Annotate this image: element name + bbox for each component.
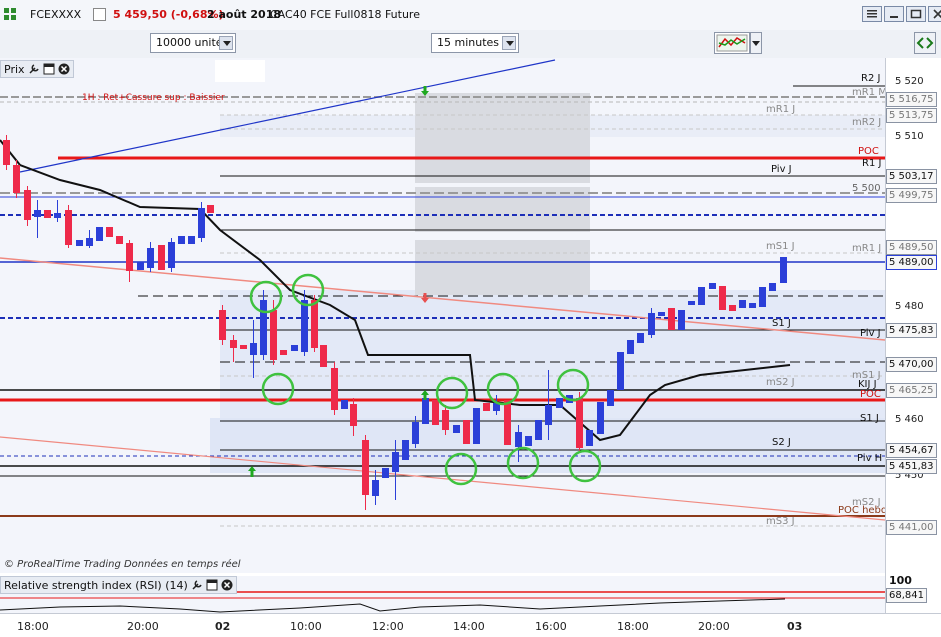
scroll-button[interactable] bbox=[914, 32, 936, 54]
symbol-name[interactable]: FCEXXXX bbox=[30, 8, 81, 21]
price-pane-header: Prix bbox=[0, 60, 74, 78]
time-tick-day: 02 bbox=[215, 620, 231, 633]
chevron-down-icon[interactable] bbox=[502, 36, 516, 50]
time-tick: 14:00 bbox=[453, 620, 485, 633]
level-label-mr1m: mR1 M bbox=[852, 87, 887, 98]
rsi-pane-title: Relative strength index (RSI) (14) bbox=[4, 578, 188, 592]
price-tag: 5 451,83 bbox=[886, 459, 937, 474]
price-tick: 5 480 bbox=[895, 301, 924, 312]
maximize-icon[interactable] bbox=[906, 6, 926, 22]
close-icon[interactable] bbox=[58, 63, 70, 75]
price-tag: 5 441,00 bbox=[886, 520, 937, 535]
window-title-bar: FCEXXXX 5 459,50 (-0,68%) 2 août 2018 CA… bbox=[0, 0, 941, 31]
wrench-icon[interactable] bbox=[191, 579, 203, 591]
price-tag: 5 513,75 bbox=[886, 108, 937, 123]
rsi-pane-header: Relative strength index (RSI) (14) bbox=[0, 576, 237, 594]
rsi-value: 68,841 bbox=[886, 588, 927, 603]
level-label-5500: 5 500 bbox=[852, 183, 881, 194]
price-pane-title: Prix bbox=[4, 62, 25, 76]
timeframe-select[interactable]: 15 minutes bbox=[431, 33, 519, 53]
timeframe-value: 15 minutes bbox=[437, 36, 500, 49]
time-tick: 10:00 bbox=[290, 620, 322, 633]
time-tick: 18:00 bbox=[617, 620, 649, 633]
level-label-s1j-2: S1 J bbox=[860, 413, 879, 424]
price-tag: 5 465,25 bbox=[886, 383, 937, 398]
price-chart[interactable] bbox=[0, 58, 885, 573]
level-label-ms3j: mS3 J bbox=[766, 516, 795, 527]
rsi-level-label: 100 bbox=[889, 574, 912, 587]
wrench-icon[interactable] bbox=[28, 63, 40, 75]
price-tag: 5 489,50 bbox=[886, 240, 937, 255]
price-tag-current: 5 489,00 bbox=[886, 255, 937, 270]
window-icon[interactable] bbox=[206, 579, 218, 591]
chevron-down-icon bbox=[752, 41, 760, 46]
symbol-checkbox[interactable] bbox=[93, 8, 106, 21]
level-label-s1j: S1 J bbox=[772, 318, 791, 329]
units-value: 10000 unités bbox=[156, 36, 229, 49]
chevron-down-icon[interactable] bbox=[219, 36, 233, 50]
level-label-mr1j: mR1 J bbox=[766, 104, 796, 115]
price-tick: 5 510 bbox=[895, 131, 924, 142]
level-label-pivj-2: Piv J bbox=[860, 328, 881, 339]
level-label-pivj: Piv J bbox=[771, 164, 792, 175]
level-label-ms1j: mS1 J bbox=[766, 241, 795, 252]
units-select[interactable]: 10000 unités bbox=[150, 33, 236, 53]
close-icon[interactable] bbox=[928, 6, 941, 22]
time-tick: 16:00 bbox=[535, 620, 567, 633]
level-label-s2j: S2 J bbox=[772, 437, 791, 448]
time-tick-day: 03 bbox=[787, 620, 803, 633]
price-tick: 5 520 bbox=[895, 76, 924, 87]
price-tag: 5 454,67 bbox=[886, 443, 937, 458]
indicators-icon bbox=[716, 34, 748, 52]
scroll-arrows-icon bbox=[916, 37, 934, 49]
time-tick: 12:00 bbox=[372, 620, 404, 633]
minimize-icon[interactable] bbox=[884, 6, 904, 22]
indicator-button[interactable] bbox=[714, 32, 750, 54]
window-icon[interactable] bbox=[43, 63, 55, 75]
time-tick: 18:00 bbox=[17, 620, 49, 633]
price-tag: 5 475,83 bbox=[886, 323, 937, 338]
price-tag: 5 516,75 bbox=[886, 92, 937, 107]
price-tag: 5 470,00 bbox=[886, 357, 937, 372]
level-label-poc-2: POC bbox=[860, 389, 881, 400]
level-label-ms2j: mS2 J bbox=[766, 377, 795, 388]
time-tick: 20:00 bbox=[698, 620, 730, 633]
indicator-dropdown[interactable] bbox=[750, 32, 762, 54]
data-credit: © ProRealTime Trading Données en temps r… bbox=[4, 559, 241, 570]
close-icon[interactable] bbox=[221, 579, 233, 591]
list-icon[interactable] bbox=[862, 6, 882, 22]
level-label-pivh: Piv H bbox=[857, 453, 883, 464]
level-label-r1j: R1 J bbox=[862, 158, 882, 169]
price-tag: 5 499,75 bbox=[886, 188, 937, 203]
time-tick: 20:00 bbox=[127, 620, 159, 633]
level-label-poc: POC bbox=[858, 146, 879, 157]
grid-icon[interactable] bbox=[4, 8, 16, 20]
level-label-mr1j-2: mR1 J bbox=[852, 243, 882, 254]
level-label-mr2j: mR2 J bbox=[852, 117, 882, 128]
indicator-note: 1H : Ret+Cassure sup : Baissier bbox=[82, 93, 225, 103]
level-label-r2j: R2 J bbox=[861, 73, 881, 84]
instrument-description: CAC40 FCE Full0818 Future bbox=[270, 8, 420, 21]
price-tick: 5 460 bbox=[895, 414, 924, 425]
price-tag: 5 503,17 bbox=[886, 169, 937, 184]
